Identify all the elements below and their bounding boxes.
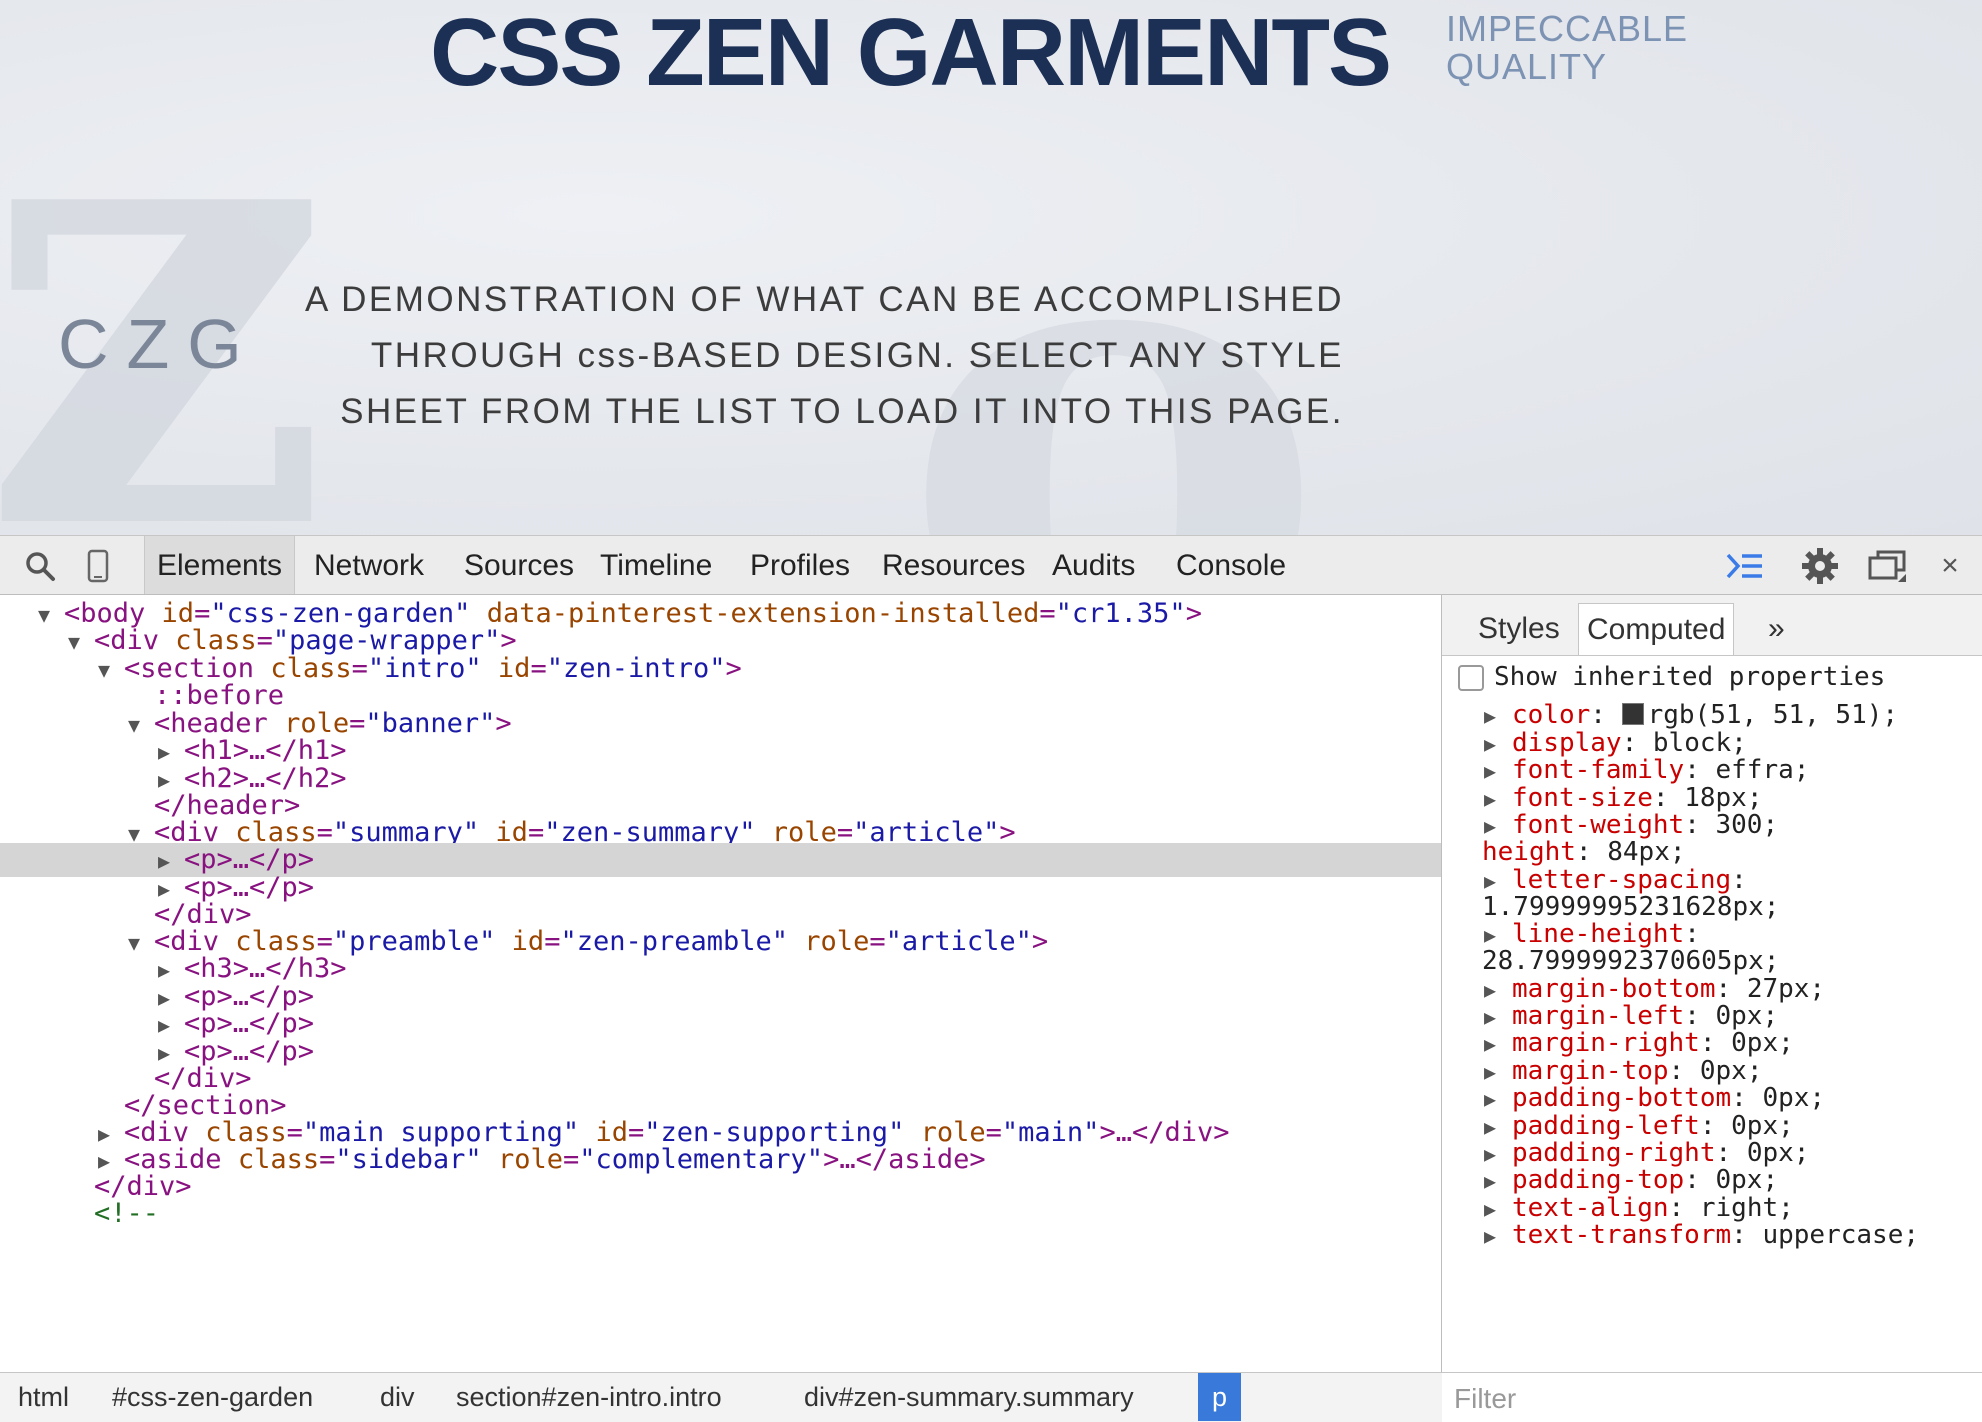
site-logo: CZG — [58, 305, 260, 383]
show-inherited-toggle[interactable]: Show inherited properties — [1458, 657, 1885, 697]
tab-resources[interactable]: Resources — [870, 536, 1037, 594]
breadcrumb-item-active[interactable]: p — [1198, 1373, 1242, 1421]
device-mode-icon[interactable] — [78, 546, 118, 586]
devtools-toolbar: Elements Network Sources Timeline Profiles Re… — [0, 535, 1982, 595]
checkbox-icon[interactable] — [1458, 664, 1484, 691]
drawer-icon[interactable] — [1725, 546, 1765, 586]
styles-sidebar: Styles Computed » Show inherited propert… — [1442, 595, 1982, 1422]
tab-console[interactable]: Console — [1164, 536, 1298, 594]
breadcrumb-item[interactable]: section#zen-intro.intro — [448, 1373, 730, 1421]
more-tabs-icon[interactable]: » — [1760, 603, 1793, 655]
computed-property-text-transform[interactable]: ▶ text-transform: uppercase; — [1442, 1218, 1982, 1252]
filter-input[interactable] — [1452, 1381, 1956, 1417]
show-inherited-label: Show inherited properties — [1494, 662, 1886, 692]
dom-node-comment[interactable]: <!-- — [0, 1197, 1441, 1231]
tab-computed[interactable]: Computed — [1578, 603, 1735, 655]
sidebar-tabs: Styles Computed » — [1442, 595, 1982, 656]
gear-icon[interactable] — [1800, 546, 1840, 586]
breadcrumb-item[interactable]: div#zen-summary.summary — [796, 1373, 1142, 1421]
filter-bar — [1442, 1372, 1982, 1422]
breadcrumb-item[interactable]: #css-zen-garden — [104, 1373, 321, 1421]
elements-tree: ▼ <body id="css-zen-garden" data-pinteres… — [0, 595, 1442, 1372]
tab-network[interactable]: Network — [302, 536, 436, 594]
tab-audits[interactable]: Audits — [1040, 536, 1147, 594]
site-title: CSS ZEN GARMENTS — [430, 0, 1392, 106]
breadcrumb-item[interactable]: html — [10, 1373, 77, 1421]
breadcrumb-item[interactable]: div — [372, 1373, 423, 1421]
tab-sources[interactable]: Sources — [452, 536, 586, 594]
tab-timeline[interactable]: Timeline — [588, 536, 724, 594]
background-glyph-left: z — [0, 0, 333, 535]
dock-icon[interactable] — [1868, 546, 1908, 586]
tab-elements[interactable]: Elements — [144, 536, 296, 594]
intro-summary: A DEMONSTRATION OF WHAT CAN BE ACCOMPLIS… — [305, 280, 1344, 431]
site-tagline: IMPECCABLE QUALITY — [1446, 8, 1689, 87]
search-icon[interactable] — [20, 546, 60, 586]
close-icon[interactable]: × — [1930, 546, 1970, 586]
page-preview: z o CSS ZEN GARMENTS IMPECCABLE QUALITY … — [0, 0, 1982, 535]
breadcrumb: html #css-zen-garden div section#zen-int… — [0, 1372, 1442, 1422]
tab-profiles[interactable]: Profiles — [738, 536, 862, 594]
expand-triangle-icon[interactable]: ▶ — [1442, 1219, 1512, 1253]
tab-styles[interactable]: Styles — [1470, 603, 1568, 655]
color-swatch-icon[interactable] — [1621, 703, 1644, 725]
